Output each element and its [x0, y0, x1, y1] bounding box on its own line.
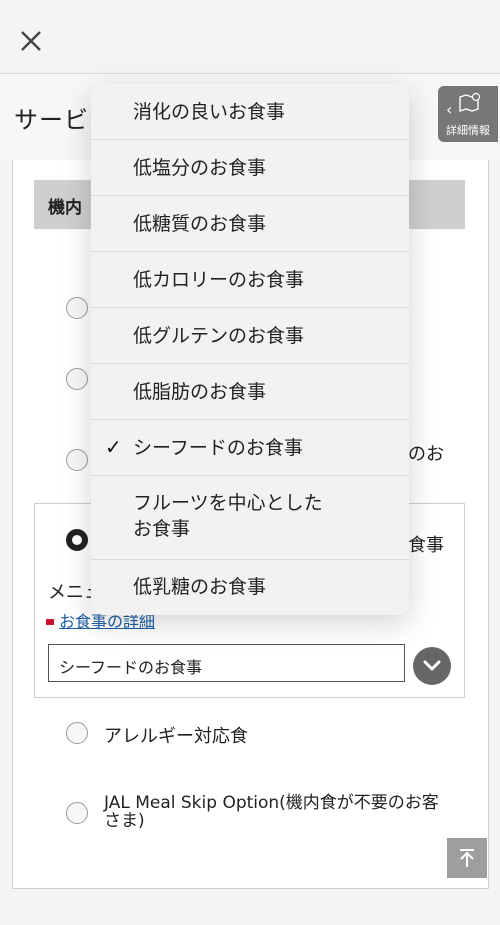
- top-bar: [0, 0, 500, 74]
- map-icon: [459, 92, 481, 112]
- detail-info-label: 詳細情報: [446, 124, 490, 137]
- meal-select[interactable]: シーフードのお食事: [48, 644, 405, 682]
- dropdown-item-label: フルーツを中心とした お食事: [133, 492, 323, 540]
- dropdown-item[interactable]: 低乳糖のお食事: [91, 560, 409, 615]
- detail-info-button[interactable]: ‹ 詳細情報: [438, 86, 498, 142]
- allergy-option-label: アレルギー対応食: [104, 726, 248, 747]
- dropdown-item-label: 低塩分のお食事: [133, 157, 267, 179]
- dropdown-item[interactable]: 低カロリーのお食事: [91, 252, 409, 308]
- dropdown-item[interactable]: 低脂肪のお食事: [91, 364, 409, 420]
- chevron-left-icon: ‹: [446, 100, 453, 119]
- dropdown-item[interactable]: 低塩分のお食事: [91, 140, 409, 196]
- dropdown-item[interactable]: 低糖質のお食事: [91, 196, 409, 252]
- dropdown-item-label: 低カロリーのお食事: [133, 269, 305, 291]
- radio-option-3[interactable]: [66, 449, 88, 471]
- dropdown-item[interactable]: フルーツを中心とした お食事: [91, 476, 409, 560]
- dropdown-item[interactable]: 低グルテンのお食事: [91, 308, 409, 364]
- close-icon[interactable]: [20, 28, 50, 58]
- dropdown-item-label: 消化の良いお食事: [133, 101, 286, 123]
- back-to-top-button[interactable]: [447, 838, 487, 878]
- radio-allergy[interactable]: [66, 722, 88, 744]
- option-3-label-fragment: のお: [408, 444, 444, 465]
- radio-meal-skip[interactable]: [66, 802, 88, 824]
- page-title: サービ: [14, 106, 89, 134]
- checkmark-icon: ✓: [105, 435, 122, 459]
- radio-option-selected[interactable]: [66, 529, 88, 551]
- meal-dropdown-menu: 消化の良いお食事 低塩分のお食事 低糖質のお食事 低カロリーのお食事 低グルテン…: [91, 84, 409, 615]
- dropdown-item-label: 低脂肪のお食事: [133, 381, 267, 403]
- dropdown-item-label: 低糖質のお食事: [133, 213, 267, 235]
- link-bullet-icon: [46, 619, 54, 625]
- dropdown-item-selected[interactable]: ✓ シーフードのお食事: [91, 420, 409, 476]
- arrow-up-icon: [460, 849, 474, 867]
- meal-skip-option-label: JAL Meal Skip Option(機内食が不要のお客さま): [104, 793, 439, 831]
- bottom-bar: [0, 890, 500, 925]
- dropdown-item-label: 低グルテンのお食事: [133, 325, 305, 347]
- dropdown-item[interactable]: 消化の良いお食事: [91, 84, 409, 140]
- radio-option-2[interactable]: [66, 368, 88, 390]
- dropdown-item-label: 低乳糖のお食事: [133, 576, 267, 598]
- meal-select-value: シーフードのお食事: [59, 658, 203, 677]
- section-title: 機内: [48, 198, 82, 218]
- dropdown-item-label: シーフードのお食事: [133, 437, 303, 459]
- chevron-down-icon: [423, 660, 441, 671]
- select-toggle-button[interactable]: [413, 647, 451, 685]
- radio-option-1[interactable]: [66, 297, 88, 319]
- selected-option-label-fragment: 食事: [408, 535, 444, 556]
